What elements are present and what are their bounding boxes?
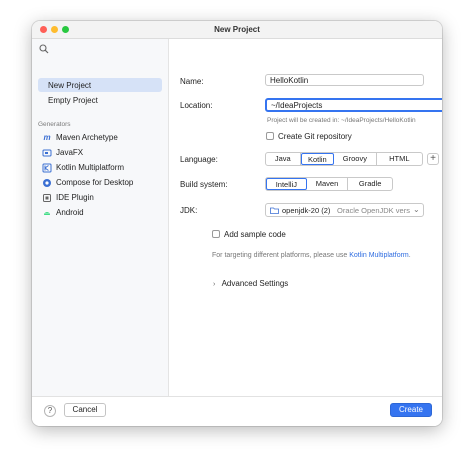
- advanced-settings-label: Advanced Settings: [221, 279, 289, 288]
- sidebar-item-compose-for-desktop[interactable]: Compose for Desktop: [42, 177, 162, 189]
- sidebar-item-label: Empty Project: [48, 96, 98, 105]
- sidebar-item-label: JavaFX: [56, 148, 84, 157]
- kotlin-icon: [42, 163, 52, 173]
- javafx-icon: [42, 148, 52, 158]
- sidebar-item-label: Kotlin Multiplatform: [56, 163, 125, 172]
- jdk-select[interactable]: openjdk-20 (2) Oracle OpenJDK vers ⌄: [265, 203, 424, 217]
- sidebar-item-kotlin-multiplatform[interactable]: Kotlin Multiplatform: [42, 162, 162, 174]
- multiplatform-note: For targeting different platforms, pleas…: [212, 252, 411, 259]
- sidebar-item-android[interactable]: Android: [42, 207, 162, 219]
- build-option-gradle[interactable]: Gradle: [348, 178, 392, 190]
- language-option-html[interactable]: HTML: [377, 153, 422, 165]
- sidebar-item-label: IDE Plugin: [56, 193, 94, 202]
- kotlin-multiplatform-link[interactable]: Kotlin Multiplatform: [349, 252, 409, 259]
- jdk-folder-icon: [270, 207, 279, 214]
- language-label: Language:: [180, 155, 218, 164]
- jdk-label: JDK:: [180, 206, 198, 215]
- advanced-settings-toggle[interactable]: › Advanced Settings: [213, 279, 288, 288]
- add-language-button[interactable]: +: [427, 153, 439, 165]
- title-bar: New Project: [32, 21, 442, 39]
- add-sample-code-label: Add sample code: [224, 230, 286, 239]
- new-project-dialog: New Project New Project Empty Project Ge…: [32, 21, 442, 426]
- cancel-button[interactable]: Cancel: [64, 403, 106, 417]
- sidebar-item-ide-plugin[interactable]: IDE Plugin: [42, 192, 162, 204]
- jdk-value: openjdk-20 (2): [282, 206, 331, 215]
- name-field[interactable]: HelloKotlin: [265, 74, 424, 86]
- build-system-selector: IntelliJ Maven Gradle: [265, 177, 393, 191]
- note-suffix: .: [408, 252, 411, 259]
- sidebar-item-new-project[interactable]: New Project: [38, 78, 162, 92]
- sidebar-item-label: New Project: [48, 81, 92, 90]
- window-title: New Project: [214, 25, 260, 34]
- sidebar-item-label: Compose for Desktop: [56, 178, 134, 187]
- sidebar-item-label: Android: [56, 208, 84, 217]
- sidebar-item-javafx[interactable]: JavaFX: [42, 147, 162, 159]
- language-selector: Java Kotlin Groovy HTML: [265, 152, 423, 166]
- language-option-kotlin[interactable]: Kotlin: [300, 153, 335, 165]
- create-git-checkbox[interactable]: [266, 132, 274, 140]
- location-field[interactable]: ~/IdeaProjects: [265, 98, 442, 112]
- note-text: For targeting different platforms, pleas…: [212, 252, 350, 259]
- name-label: Name:: [180, 77, 204, 86]
- chevron-right-icon: ›: [213, 281, 216, 288]
- sidebar-item-label: Maven Archetype: [56, 133, 118, 142]
- location-hint: Project will be created in: ~/IdeaProjec…: [267, 117, 416, 124]
- sidebar: New Project Empty Project Generators m M…: [32, 39, 169, 396]
- build-system-label: Build system:: [180, 180, 228, 189]
- jdk-detail: Oracle OpenJDK vers: [337, 206, 410, 215]
- dialog-footer: ? Cancel Create: [32, 396, 442, 426]
- generators-heading: Generators: [38, 121, 71, 128]
- add-sample-code-checkbox[interactable]: [212, 230, 220, 238]
- name-value: HelloKotlin: [270, 76, 309, 85]
- create-git-label: Create Git repository: [278, 132, 352, 141]
- android-icon: [42, 208, 52, 218]
- sidebar-item-maven-archetype[interactable]: m Maven Archetype: [42, 132, 162, 144]
- plugin-icon: [42, 193, 52, 203]
- sidebar-item-empty-project[interactable]: Empty Project: [38, 93, 162, 107]
- help-button[interactable]: ?: [44, 405, 56, 417]
- language-option-java[interactable]: Java: [266, 153, 301, 165]
- location-value: ~/IdeaProjects: [271, 101, 323, 110]
- build-option-intellij[interactable]: IntelliJ: [266, 178, 307, 190]
- build-option-maven[interactable]: Maven: [307, 178, 349, 190]
- chevron-down-icon: ⌄: [413, 205, 420, 214]
- create-button[interactable]: Create: [390, 403, 432, 417]
- maven-icon: m: [43, 133, 51, 142]
- project-settings-form: Name: HelloKotlin Location: ~/IdeaProjec…: [169, 39, 442, 396]
- language-option-groovy[interactable]: Groovy: [334, 153, 377, 165]
- location-label: Location:: [180, 101, 213, 110]
- compose-icon: [42, 178, 52, 188]
- search-icon[interactable]: [39, 44, 49, 54]
